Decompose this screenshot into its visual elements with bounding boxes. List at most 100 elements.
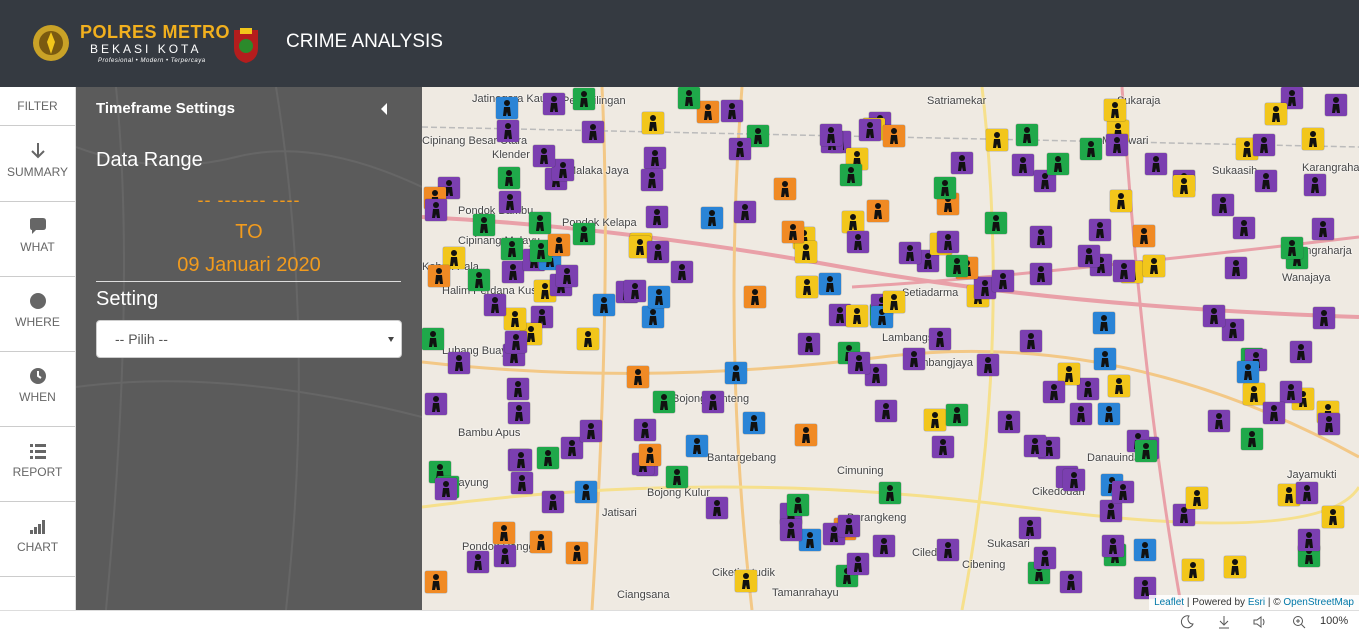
crime-marker-icon[interactable] xyxy=(425,571,447,593)
crime-marker-icon[interactable] xyxy=(529,212,551,234)
crime-marker-icon[interactable] xyxy=(556,265,578,287)
crime-marker-icon[interactable] xyxy=(648,286,670,308)
crime-marker-icon[interactable] xyxy=(1296,482,1318,504)
crime-marker-icon[interactable] xyxy=(484,294,506,316)
crime-marker-icon[interactable] xyxy=(1265,103,1287,125)
crime-marker-icon[interactable] xyxy=(903,348,925,370)
crime-marker-icon[interactable] xyxy=(1255,170,1277,192)
crime-marker-icon[interactable] xyxy=(937,231,959,253)
crime-marker-icon[interactable] xyxy=(795,241,817,263)
nav-chart[interactable]: CHART xyxy=(0,502,75,577)
crime-marker-icon[interactable] xyxy=(499,191,521,213)
crime-marker-icon[interactable] xyxy=(498,167,520,189)
crime-marker-icon[interactable] xyxy=(1070,403,1092,425)
crime-marker-icon[interactable] xyxy=(1104,99,1126,121)
crime-marker-icon[interactable] xyxy=(1113,260,1135,282)
crime-marker-icon[interactable] xyxy=(848,352,870,374)
crime-marker-icon[interactable] xyxy=(1233,217,1255,239)
crime-marker-icon[interactable] xyxy=(647,241,669,263)
nav-where[interactable]: WHERE xyxy=(0,277,75,352)
crime-marker-icon[interactable] xyxy=(494,545,516,567)
crime-map[interactable]: Jatinegara KaumPenggilinganCipinang Besa… xyxy=(422,87,1359,610)
crime-marker-icon[interactable] xyxy=(1100,500,1122,522)
crime-marker-icon[interactable] xyxy=(992,270,1014,292)
crime-marker-icon[interactable] xyxy=(473,214,495,236)
crime-marker-icon[interactable] xyxy=(1098,403,1120,425)
crime-marker-icon[interactable] xyxy=(666,466,688,488)
crime-marker-icon[interactable] xyxy=(448,352,470,374)
crime-marker-icon[interactable] xyxy=(744,286,766,308)
crime-marker-icon[interactable] xyxy=(1280,381,1302,403)
crime-marker-icon[interactable] xyxy=(702,391,724,413)
crime-marker-icon[interactable] xyxy=(1312,218,1334,240)
crime-marker-icon[interactable] xyxy=(1060,571,1082,593)
nav-summary[interactable]: SUMMARY xyxy=(0,127,75,202)
crime-marker-icon[interactable] xyxy=(537,447,559,469)
crime-marker-icon[interactable] xyxy=(504,308,526,330)
crime-marker-icon[interactable] xyxy=(721,100,743,122)
crime-marker-icon[interactable] xyxy=(1043,381,1065,403)
crime-marker-icon[interactable] xyxy=(729,138,751,160)
crime-marker-icon[interactable] xyxy=(501,238,523,260)
crime-marker-icon[interactable] xyxy=(502,261,524,283)
crime-marker-icon[interactable] xyxy=(507,378,529,400)
crime-marker-icon[interactable] xyxy=(1145,153,1167,175)
crime-marker-icon[interactable] xyxy=(543,93,565,115)
crime-marker-icon[interactable] xyxy=(1237,361,1259,383)
crime-marker-icon[interactable] xyxy=(1077,378,1099,400)
crime-marker-icon[interactable] xyxy=(795,424,817,446)
crime-marker-icon[interactable] xyxy=(548,234,570,256)
crime-marker-icon[interactable] xyxy=(879,482,901,504)
crime-marker-icon[interactable] xyxy=(493,522,515,544)
crime-marker-icon[interactable] xyxy=(1182,559,1204,581)
crime-marker-icon[interactable] xyxy=(511,472,533,494)
crime-marker-icon[interactable] xyxy=(986,129,1008,151)
crime-marker-icon[interactable] xyxy=(678,87,700,109)
crime-marker-icon[interactable] xyxy=(847,231,869,253)
crime-marker-icon[interactable] xyxy=(530,531,552,553)
crime-marker-icon[interactable] xyxy=(1241,428,1263,450)
crime-marker-icon[interactable] xyxy=(627,366,649,388)
crime-marker-icon[interactable] xyxy=(497,120,519,142)
crime-marker-icon[interactable] xyxy=(1078,245,1100,267)
crime-marker-icon[interactable] xyxy=(542,491,564,513)
crime-marker-icon[interactable] xyxy=(573,88,595,110)
crime-marker-icon[interactable] xyxy=(575,481,597,503)
crime-marker-icon[interactable] xyxy=(593,294,615,316)
crime-marker-icon[interactable] xyxy=(796,276,818,298)
crime-marker-icon[interactable] xyxy=(782,221,804,243)
crime-marker-icon[interactable] xyxy=(1322,506,1344,528)
collapse-left-icon[interactable] xyxy=(378,102,390,116)
crime-marker-icon[interactable] xyxy=(847,553,869,575)
moon-icon[interactable] xyxy=(1180,615,1194,629)
osm-link[interactable]: OpenStreetMap xyxy=(1283,597,1354,608)
crime-marker-icon[interactable] xyxy=(1089,219,1111,241)
crime-marker-icon[interactable] xyxy=(510,449,532,471)
crime-marker-icon[interactable] xyxy=(977,354,999,376)
crime-marker-icon[interactable] xyxy=(1212,194,1234,216)
crime-marker-icon[interactable] xyxy=(725,362,747,384)
crime-marker-icon[interactable] xyxy=(946,255,968,277)
crime-marker-icon[interactable] xyxy=(533,145,555,167)
crime-marker-icon[interactable] xyxy=(573,223,595,245)
crime-marker-icon[interactable] xyxy=(566,542,588,564)
crime-marker-icon[interactable] xyxy=(496,97,518,119)
crime-marker-icon[interactable] xyxy=(1112,481,1134,503)
crime-marker-icon[interactable] xyxy=(1298,529,1320,551)
crime-marker-icon[interactable] xyxy=(641,169,663,191)
crime-marker-icon[interactable] xyxy=(859,119,881,141)
nav-what[interactable]: WHAT xyxy=(0,202,75,277)
crime-marker-icon[interactable] xyxy=(1222,319,1244,341)
crime-marker-icon[interactable] xyxy=(867,200,889,222)
crime-marker-icon[interactable] xyxy=(1024,435,1046,457)
crime-marker-icon[interactable] xyxy=(1030,263,1052,285)
crime-marker-icon[interactable] xyxy=(624,280,646,302)
crime-marker-icon[interactable] xyxy=(734,201,756,223)
crime-marker-icon[interactable] xyxy=(1302,128,1324,150)
crime-marker-icon[interactable] xyxy=(1224,556,1246,578)
crime-marker-icon[interactable] xyxy=(799,529,821,551)
crime-marker-icon[interactable] xyxy=(1108,375,1130,397)
crime-marker-icon[interactable] xyxy=(798,333,820,355)
crime-marker-icon[interactable] xyxy=(508,402,530,424)
crime-marker-icon[interactable] xyxy=(946,404,968,426)
